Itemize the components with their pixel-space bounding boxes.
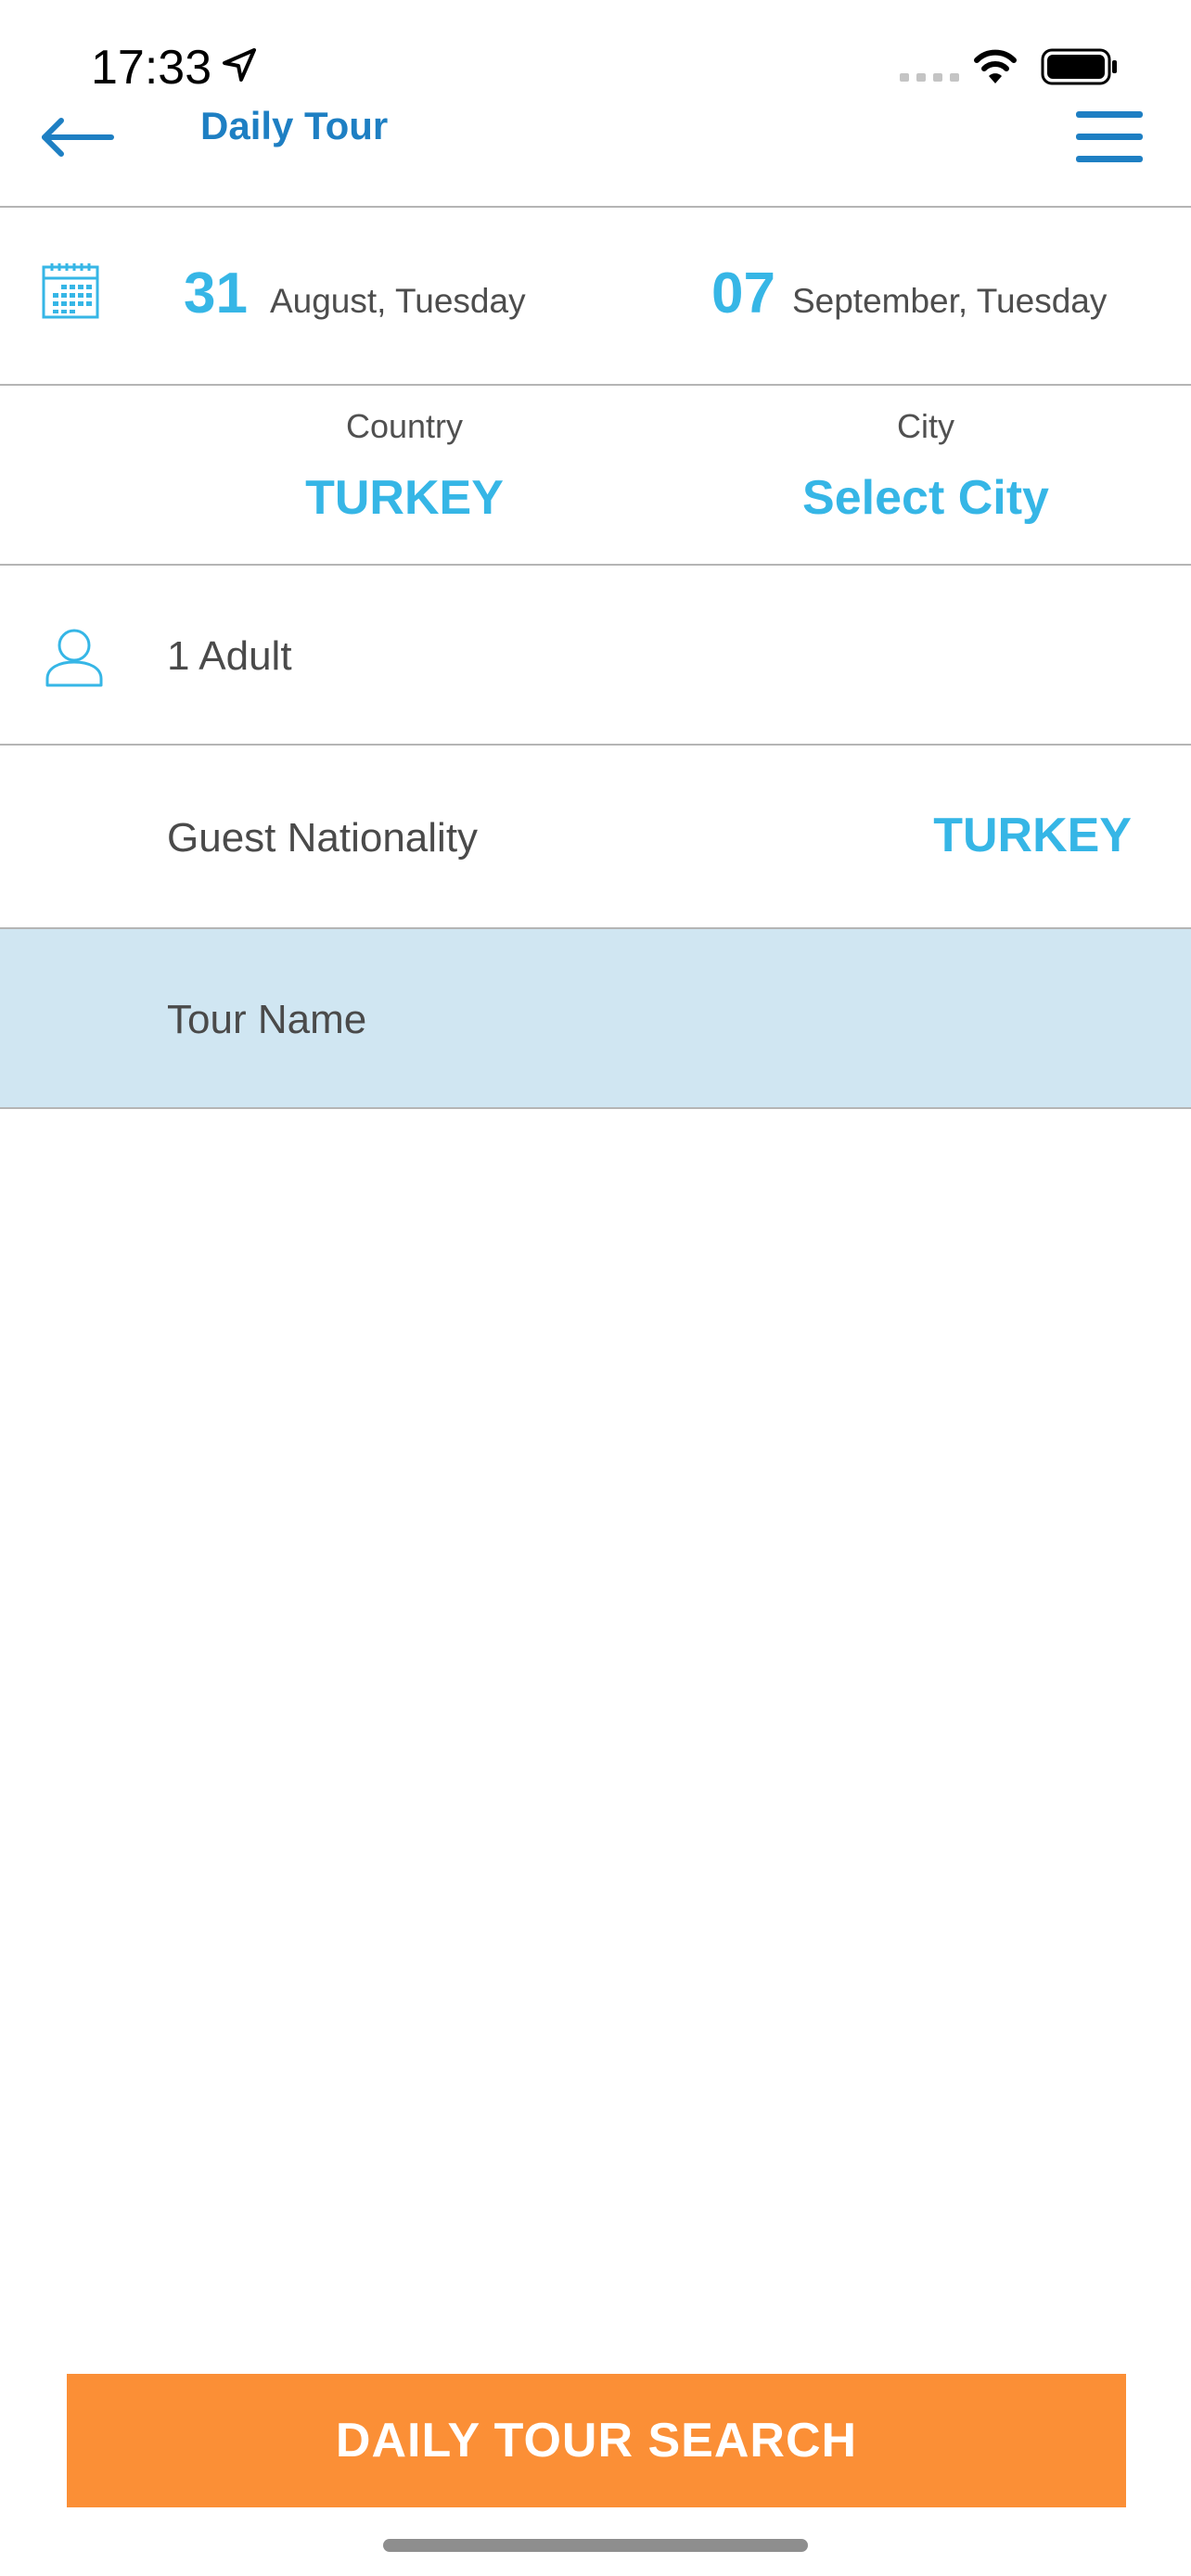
- cellular-signal-icon: [900, 73, 959, 82]
- status-time: 17:33: [91, 41, 212, 95]
- end-date[interactable]: 07 September, Tuesday: [711, 261, 1107, 326]
- country-label: Country: [345, 407, 464, 445]
- nationality-label: Guest Nationality: [167, 815, 479, 861]
- country-value: TURKEY: [305, 471, 504, 525]
- daily-tour-search-button[interactable]: DAILY TOUR SEARCH: [67, 2374, 1126, 2507]
- back-arrow-icon[interactable]: [37, 109, 121, 165]
- city-label: City: [897, 407, 954, 445]
- country-selector[interactable]: Country TURKEY: [219, 406, 590, 527]
- hamburger-menu-icon[interactable]: [1074, 108, 1145, 167]
- start-date-text: August, Tuesday: [269, 282, 526, 320]
- nationality-value: TURKEY: [933, 809, 1132, 862]
- city-selector[interactable]: City Select City: [740, 406, 1111, 527]
- location-arrow-icon: [223, 48, 256, 82]
- tour-name-divider: [0, 1107, 1191, 1109]
- date-range-row[interactable]: 31 August, Tuesday 07 September, Tuesday: [0, 208, 1191, 384]
- home-indicator: [383, 2539, 808, 2552]
- page-title: Daily Tour: [200, 104, 389, 147]
- wifi-icon: [974, 49, 1017, 83]
- tour-name-field[interactable]: Tour Name: [0, 929, 1191, 1107]
- battery-icon: [1041, 48, 1117, 85]
- date-divider: [0, 384, 1191, 386]
- start-date-day: 31: [184, 261, 248, 325]
- tour-name-placeholder: Tour Name: [167, 997, 367, 1042]
- end-date-text: September, Tuesday: [791, 282, 1108, 320]
- calendar-icon: [42, 263, 99, 319]
- person-icon: [45, 629, 103, 687]
- guests-row[interactable]: 1 Adult: [0, 566, 1191, 744]
- guests-text: 1 Adult: [167, 633, 292, 679]
- nationality-row[interactable]: Guest Nationality TURKEY: [0, 746, 1191, 927]
- city-value: Select City: [802, 471, 1049, 525]
- start-date[interactable]: 31 August, Tuesday: [184, 261, 526, 326]
- end-date-day: 07: [711, 261, 775, 325]
